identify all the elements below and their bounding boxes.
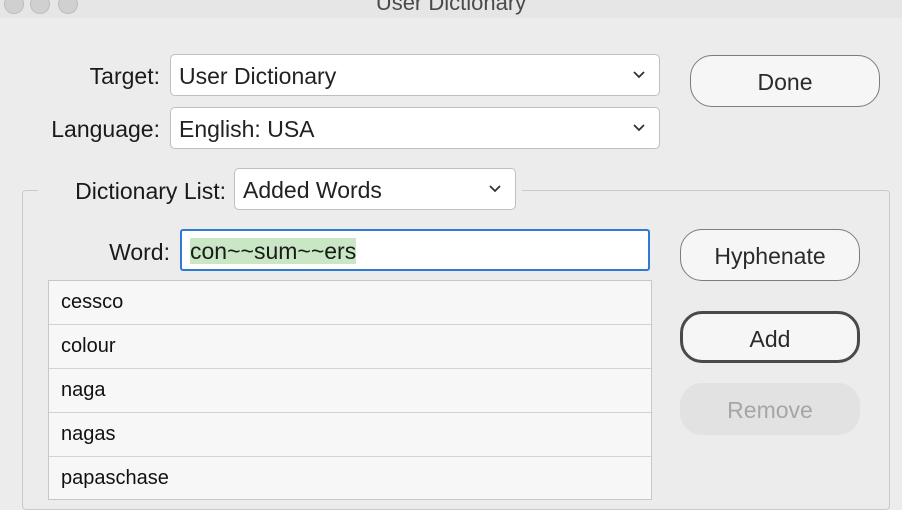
chevron-down-icon (633, 124, 645, 132)
dictionary-list-value: Added Words (243, 177, 382, 203)
hyphenate-button[interactable]: Hyphenate (680, 229, 860, 281)
target-label: Target: (89, 63, 160, 89)
list-item[interactable]: cessco (49, 281, 651, 325)
hyphenate-button-label: Hyphenate (714, 243, 826, 269)
word-list[interactable]: cessco colour naga nagas papaschase (48, 280, 652, 500)
target-select[interactable]: User Dictionary (170, 54, 660, 96)
done-button-label: Done (757, 69, 813, 95)
add-button-label: Add (749, 326, 791, 352)
chevron-down-icon (633, 71, 645, 79)
dictionary-list-label: Dictionary List: (75, 178, 226, 204)
list-item[interactable]: naga (49, 369, 651, 413)
remove-button[interactable]: Remove (680, 383, 860, 435)
add-button[interactable]: Add (680, 311, 860, 363)
list-item[interactable]: nagas (49, 413, 651, 457)
target-value: User Dictionary (179, 63, 337, 89)
list-item[interactable]: papaschase (49, 457, 651, 499)
remove-button-label: Remove (727, 397, 813, 423)
chevron-down-icon (489, 185, 501, 193)
title-bar: User Dictionary (0, 0, 902, 18)
window-title: User Dictionary (375, 0, 527, 15)
word-input-value: con~~sum~~ers (190, 238, 357, 264)
language-value: English: USA (179, 116, 315, 142)
language-select[interactable]: English: USA (170, 107, 660, 149)
language-label: Language: (51, 116, 160, 142)
list-item[interactable]: colour (49, 325, 651, 369)
done-button[interactable]: Done (690, 55, 880, 107)
word-label: Word: (109, 239, 170, 265)
word-input[interactable]: con~~sum~~ers (180, 229, 650, 271)
dictionary-list-select[interactable]: Added Words (234, 168, 516, 210)
